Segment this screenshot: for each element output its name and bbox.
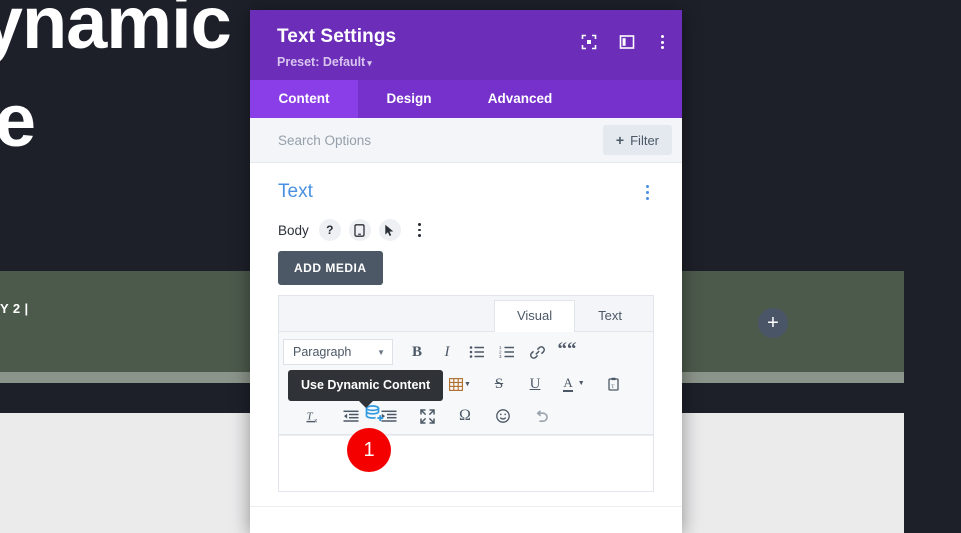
preset-selector[interactable]: Preset: Default ▾ [277, 55, 664, 69]
underline-icon[interactable]: U [521, 369, 549, 399]
blockquote-icon[interactable]: ““ [553, 337, 581, 367]
link-section-header: Link [278, 507, 654, 533]
band-label: Y 2 | [0, 301, 29, 316]
tab-visual[interactable]: Visual [493, 300, 576, 332]
search-bar: + Filter [250, 118, 682, 163]
layout-panel-icon[interactable] [619, 34, 635, 50]
text-section-header: Text [278, 163, 654, 215]
svg-text:T: T [306, 411, 313, 423]
modal-header-actions [581, 34, 668, 50]
search-input[interactable] [278, 132, 603, 148]
undo-icon[interactable] [527, 401, 555, 431]
body-field-label: Body [278, 222, 309, 238]
add-section-button[interactable]: + [758, 308, 788, 338]
tab-text[interactable]: Text [575, 300, 645, 331]
filter-button[interactable]: + Filter [602, 125, 672, 155]
svg-text:T: T [611, 384, 615, 390]
clear-formatting-icon[interactable]: T x [299, 401, 327, 431]
svg-text:3: 3 [499, 354, 502, 359]
hover-cursor-icon[interactable] [378, 219, 401, 241]
text-settings-modal: Text Settings Preset: Default ▾ Content D… [250, 10, 682, 533]
chevron-down-icon: ▼ [377, 347, 385, 357]
filter-button-label: Filter [630, 132, 659, 148]
modal-header: Text Settings Preset: Default ▾ [250, 10, 682, 80]
preset-label: Preset: Default [277, 55, 366, 69]
italic-icon[interactable]: I [433, 337, 461, 367]
link-icon[interactable] [523, 337, 551, 367]
help-icon[interactable]: ? [318, 219, 341, 241]
chevron-down-icon: ▼ [577, 380, 585, 388]
modal-body: Text Body ? ADD MEDIA Visual Text Paragr… [250, 163, 682, 533]
chevron-down-icon: ▾ [367, 58, 372, 68]
responsive-mobile-icon[interactable] [348, 219, 371, 241]
paste-as-text-icon[interactable]: T [599, 369, 627, 399]
format-select[interactable]: Paragraph ▼ [283, 339, 393, 365]
editor-mode-tabs: Visual Text [279, 296, 653, 332]
focus-target-icon[interactable] [581, 34, 597, 50]
kebab-menu-icon[interactable] [657, 35, 668, 49]
toolbar-row-1: Paragraph ▼ B I 1 2 3 ““ [283, 336, 649, 368]
toolbar-row-3: T x Ω [283, 400, 649, 432]
tab-advanced[interactable]: Advanced [460, 80, 580, 118]
chevron-down-icon: ▼ [464, 380, 471, 388]
right-dark-rail [904, 0, 961, 533]
strikethrough-icon[interactable]: S [485, 369, 513, 399]
fullscreen-icon[interactable] [413, 401, 441, 431]
numbered-list-icon[interactable]: 1 2 3 [493, 337, 521, 367]
format-select-value: Paragraph [293, 345, 352, 359]
link-section: Link [250, 507, 682, 533]
kebab-menu-icon[interactable] [641, 183, 654, 202]
modal-tabs: Content Design Advanced [250, 80, 682, 118]
add-media-button[interactable]: ADD MEDIA [278, 251, 383, 285]
text-section: Text Body ? ADD MEDIA Visual Text Paragr… [250, 163, 682, 492]
svg-text:x: x [314, 418, 317, 423]
tooltip-use-dynamic-content: Use Dynamic Content [288, 370, 444, 401]
bold-icon[interactable]: B [403, 337, 431, 367]
bulleted-list-icon[interactable] [463, 337, 491, 367]
step-badge: 1 [347, 428, 391, 472]
kebab-menu-icon[interactable] [409, 219, 431, 241]
text-color-icon[interactable]: A ▼ [557, 369, 591, 399]
plus-icon: + [767, 312, 779, 334]
tab-content[interactable]: Content [250, 80, 358, 118]
emoji-icon[interactable] [489, 401, 517, 431]
editor-content-area[interactable] [279, 435, 653, 491]
tab-design[interactable]: Design [358, 80, 460, 118]
body-field-row: Body ? [278, 215, 654, 251]
plus-icon: + [615, 132, 625, 148]
table-icon[interactable]: ▼ [443, 369, 477, 399]
section-title-text: Text [278, 181, 313, 202]
special-character-icon[interactable]: Ω [451, 401, 479, 431]
